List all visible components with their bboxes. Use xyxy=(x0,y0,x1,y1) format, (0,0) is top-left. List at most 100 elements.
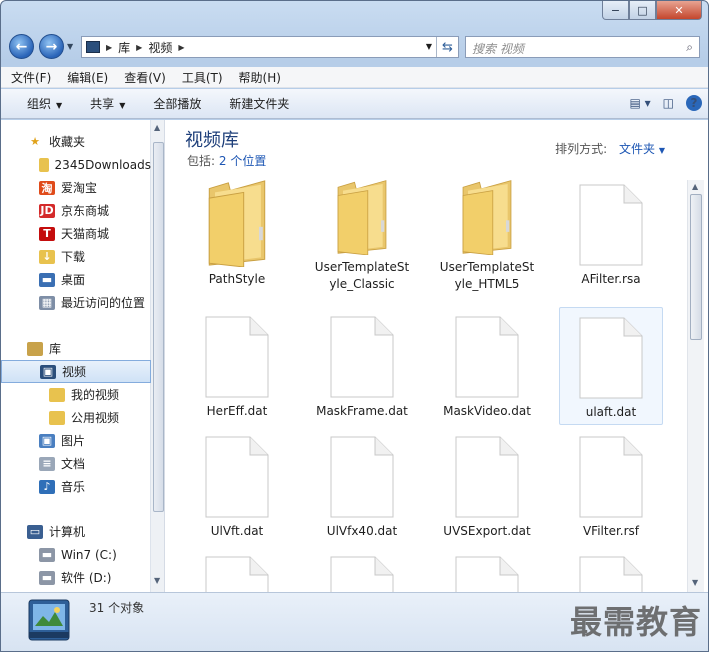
address-dropdown-icon[interactable]: ▼ xyxy=(426,42,432,51)
file-item[interactable]: UVSExport.dat xyxy=(435,427,539,545)
nav-item-music[interactable]: ♪ 音乐 xyxy=(1,475,151,498)
help-icon[interactable]: ? xyxy=(686,95,702,111)
nav-item-video-library[interactable]: ▣ 视频 xyxy=(1,360,151,383)
refresh-icon[interactable]: ⇆ xyxy=(436,37,458,57)
forward-button[interactable]: → xyxy=(39,34,64,59)
play-all-button[interactable]: 全部播放 xyxy=(153,95,201,112)
minimize-button[interactable]: − xyxy=(602,1,629,20)
file-item[interactable]: UlVfx40.dat xyxy=(310,427,414,545)
breadcrumb-separator-icon[interactable]: ▶ xyxy=(136,43,142,52)
item-count: 31 个对象 xyxy=(89,601,145,615)
arrange-label: 排列方式: xyxy=(555,142,608,156)
file-item[interactable]: MaskVideo.dat xyxy=(435,307,539,425)
folder-item[interactable]: UserTemplateStyle_HTML5 xyxy=(435,175,539,293)
breadcrumb-separator-icon[interactable]: ▶ xyxy=(178,43,184,52)
nav-item-documents[interactable]: ≡ 文档 xyxy=(1,452,151,475)
file-item[interactable]: AFilter.rsa xyxy=(559,175,663,293)
scrollbar-thumb[interactable] xyxy=(690,194,702,340)
file-item[interactable] xyxy=(185,547,289,592)
folder-item[interactable]: PathStyle xyxy=(185,175,289,293)
video-library-icon: ▣ xyxy=(40,364,56,379)
view-controls: ▤ ▾ ◫ ? xyxy=(629,95,702,111)
watermark-text: 最需教育 xyxy=(569,603,702,641)
details-pane: 31 个对象 最需教育 xyxy=(1,592,708,651)
file-item[interactable] xyxy=(435,547,539,592)
scrollbar-thumb[interactable] xyxy=(153,142,164,512)
navigation-scrollbar[interactable]: ▲ ▼ xyxy=(150,120,164,592)
nav-item-taobao[interactable]: 淘爱淘宝 xyxy=(1,176,151,199)
navigation-pane: ▲ ▼ ★ 收藏夹 2345Downloads 淘爱淘宝 JD 京东商城 T 天猫商城 ↓ 下载 ▬… xyxy=(1,120,165,592)
chevron-down-icon: ▼ xyxy=(56,101,63,110)
explorer-window: − □ ✕ ← → ▼ ▶ 库 ▶ 视频 ▶ ▼ ⇆ 搜索 视频 ⌕ 文件(F)… xyxy=(0,0,709,652)
file-item[interactable] xyxy=(559,547,663,592)
breadcrumb-library[interactable]: 库 xyxy=(118,39,130,56)
video-library-thumbnail-icon xyxy=(28,599,70,641)
file-item[interactable] xyxy=(310,547,414,592)
desktop-icon: ▬ xyxy=(39,272,55,287)
nav-item-folder[interactable]: 公用视频 xyxy=(1,406,151,429)
back-button[interactable]: ← xyxy=(9,34,34,59)
nav-item-desktop[interactable]: ▬ 桌面 xyxy=(1,268,151,291)
pictures-icon: ▣ xyxy=(39,433,55,448)
scroll-down-icon[interactable]: ▼ xyxy=(154,576,160,585)
content-scrollbar[interactable]: ▲ ▼ xyxy=(687,180,704,592)
scroll-down-icon[interactable]: ▼ xyxy=(692,578,698,587)
preview-pane-icon[interactable]: ◫ xyxy=(663,96,674,110)
maximize-button[interactable]: □ xyxy=(629,1,656,20)
item-name: UlVft.dat xyxy=(210,524,264,538)
download-icon: ↓ xyxy=(39,249,55,264)
arrange-dropdown[interactable]: 文件夹 ▼ xyxy=(619,142,665,156)
breadcrumb-separator-icon[interactable]: ▶ xyxy=(106,43,112,52)
nav-item-star[interactable]: ★ 收藏夹 xyxy=(1,130,151,153)
item-name: VFilter.rsf xyxy=(582,524,640,538)
folder-item[interactable]: UserTemplateStyle_Classic xyxy=(310,175,414,293)
nav-item-download[interactable]: ↓ 下载 xyxy=(1,245,151,268)
new-folder-button[interactable]: 新建文件夹 xyxy=(229,95,289,112)
file-item[interactable]: VFilter.rsf xyxy=(559,427,663,545)
includes-label: 包括: xyxy=(187,154,216,168)
includes-locations-link[interactable]: 2 个位置 xyxy=(219,154,266,168)
nav-item-jd[interactable]: JD 京东商城 xyxy=(1,199,151,222)
search-input[interactable]: 搜索 视频 ⌕ xyxy=(465,36,700,58)
menu-tools[interactable]: 工具(T) xyxy=(182,69,223,86)
file-icon xyxy=(330,316,394,398)
arrange-value: 文件夹 xyxy=(619,142,656,156)
nav-item-computer[interactable]: ▭ 计算机 xyxy=(1,520,151,543)
nav-item-recent-places[interactable]: ▦ 最近访问的位置 xyxy=(1,291,151,314)
nav-item-drive-d[interactable]: ▬ 软件 (D:) xyxy=(1,566,151,589)
menu-edit[interactable]: 编辑(E) xyxy=(67,69,108,86)
scroll-up-icon[interactable]: ▲ xyxy=(154,123,160,132)
file-icon xyxy=(205,316,269,398)
nav-item-drive-c[interactable]: ▬ Win7 (C:) xyxy=(1,543,151,566)
nav-item-library[interactable]: 库 xyxy=(1,337,151,360)
library-includes: 包括: 2 个位置 xyxy=(187,152,266,169)
item-name: UserTemplateStyle_Classic xyxy=(314,260,410,291)
breadcrumb-videos[interactable]: 视频 xyxy=(148,39,172,56)
nav-item-folder[interactable]: 2345Downloads xyxy=(1,153,151,176)
nav-item-label: 计算机 xyxy=(49,525,86,539)
close-button[interactable]: ✕ xyxy=(656,1,702,20)
folder-icon xyxy=(208,180,266,267)
scroll-up-icon[interactable]: ▲ xyxy=(692,182,698,191)
file-item[interactable]: ulaft.dat xyxy=(559,307,663,425)
organize-button[interactable]: 组织 ▼ xyxy=(27,95,62,112)
share-button[interactable]: 共享 ▼ xyxy=(90,95,125,112)
nav-item-pictures[interactable]: ▣ 图片 xyxy=(1,429,151,452)
caption-buttons: − □ ✕ xyxy=(602,1,702,20)
address-bar[interactable]: ▶ 库 ▶ 视频 ▶ ▼ ⇆ xyxy=(81,36,459,58)
search-placeholder: 搜索 视频 xyxy=(472,42,524,56)
file-item[interactable]: HerEff.dat xyxy=(185,307,289,425)
menu-bar: 文件(F) 编辑(E) 查看(V) 工具(T) 帮助(H) xyxy=(1,67,708,88)
nav-item-tmall[interactable]: T 天猫商城 xyxy=(1,222,151,245)
menu-help[interactable]: 帮助(H) xyxy=(239,69,281,86)
file-item[interactable]: MaskFrame.dat xyxy=(310,307,414,425)
nav-item-folder[interactable]: 我的视频 xyxy=(1,383,151,406)
file-item[interactable]: UlVft.dat xyxy=(185,427,289,545)
search-icon[interactable]: ⌕ xyxy=(686,40,693,55)
menu-view[interactable]: 查看(V) xyxy=(124,69,166,86)
menu-file[interactable]: 文件(F) xyxy=(11,69,51,86)
nav-item-label: 收藏夹 xyxy=(49,135,86,149)
recent-pages-dropdown[interactable]: ▼ xyxy=(67,42,73,51)
change-view-icon[interactable]: ▤ ▾ xyxy=(629,96,650,110)
item-name: MaskVideo.dat xyxy=(443,404,531,418)
